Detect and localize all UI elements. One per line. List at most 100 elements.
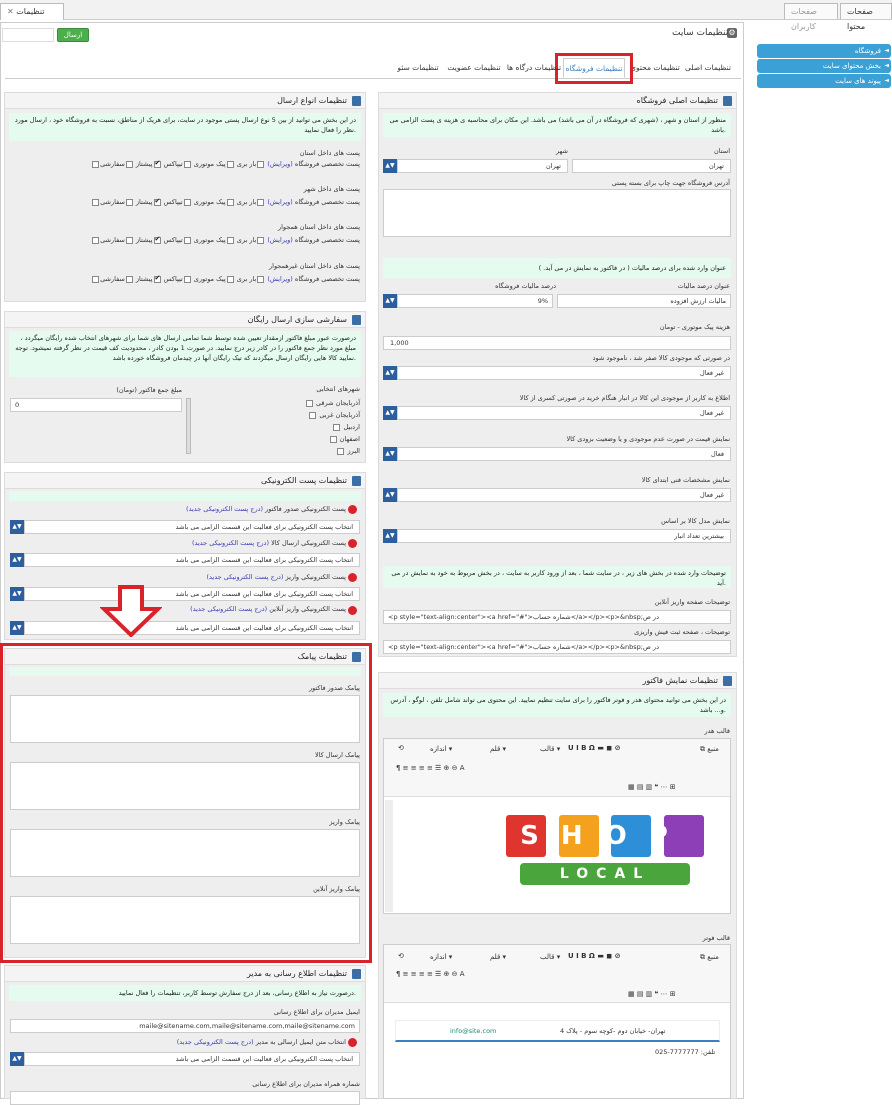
show-price-select[interactable]: فعال (397, 447, 731, 461)
dropdown-icon[interactable]: ▲▼ (383, 406, 397, 420)
dropdown-icon[interactable]: ▲▼ (383, 159, 397, 173)
checkbox[interactable] (333, 423, 341, 431)
checkbox[interactable] (125, 236, 133, 244)
checkbox[interactable] (226, 236, 234, 244)
edit-link[interactable]: (ویرایش) (267, 198, 293, 206)
checkbox[interactable] (337, 447, 345, 455)
checkbox[interactable] (183, 275, 191, 283)
table-icons[interactable]: ▦ ▤ ▥ ❝ ⋯ ⊞ (628, 990, 676, 998)
format-select[interactable]: قالب ▾ (540, 745, 560, 753)
align-icons[interactable]: ¶ ≡ ≡ ≡ ≡ ☰ ⊕ ⊖ A (396, 970, 465, 978)
nav-content[interactable]: بخش محتوای سایت (757, 59, 891, 73)
city-select[interactable]: تهران (397, 159, 568, 173)
tax-title-input[interactable]: مالیات ارزش افزوده (557, 294, 731, 308)
notify-select[interactable]: غیر فعال (397, 406, 731, 420)
table-icons[interactable]: ▦ ▤ ▥ ❝ ⋯ ⊞ (628, 783, 676, 791)
new-email-link[interactable]: (درج پست الکترونیکی جدید) (186, 505, 263, 513)
checkbox[interactable] (153, 159, 161, 168)
tax-pct-input[interactable]: 9% (397, 294, 553, 308)
checkbox[interactable] (226, 160, 234, 168)
dropdown-icon[interactable]: ▲▼ (10, 553, 24, 567)
font-select[interactable]: قلم ▾ (490, 953, 506, 961)
tab-gateway-settings[interactable]: تنظیمات درگاه ها (505, 58, 563, 78)
stepper-icon[interactable]: ▲▼ (383, 294, 397, 308)
scrollbar[interactable] (186, 398, 191, 454)
new-email-link[interactable]: (درج پست الکترونیکی جدید) (192, 539, 269, 547)
online-pay-input[interactable]: <p style="text-align:center"><a href="#"… (383, 610, 731, 624)
send-button[interactable]: ارسال (57, 28, 89, 42)
scrollbar[interactable] (385, 800, 393, 912)
show-specs-select[interactable]: غیر فعال (397, 488, 731, 502)
dropdown-icon[interactable]: ▲▼ (383, 488, 397, 502)
admin-email-select[interactable]: انتخاب پست الکترونیکی برای فعالیت این قس… (24, 1052, 360, 1066)
receipt-input[interactable]: <p style="text-align:center"><a href="#"… (383, 640, 731, 654)
nav-store[interactable]: فروشگاه (757, 44, 891, 58)
underline-icon[interactable]: U I B Ω ▬ ◼ ⊘ (568, 952, 621, 960)
province-select[interactable]: تهران (572, 159, 731, 173)
tab-seo-settings[interactable]: تنظیمات سئو (393, 58, 443, 78)
city-option[interactable]: اصفهان (270, 435, 360, 443)
edit-link[interactable]: (ویرایش) (267, 275, 293, 283)
tab-content-settings[interactable]: تنظیمات محتوی (628, 58, 682, 78)
email-select[interactable]: انتخاب پست الکترونیکی برای فعالیت این قس… (24, 520, 360, 534)
nav-links[interactable]: پیوند های سایت (757, 74, 891, 88)
city-option[interactable]: البرز (270, 447, 360, 455)
courier-input[interactable]: 1,000 (383, 336, 731, 350)
search-field[interactable] (2, 28, 54, 42)
align-icons[interactable]: ¶ ≡ ≡ ≡ ≡ ☰ ⊕ ⊖ A (396, 764, 465, 772)
checkbox[interactable] (125, 198, 133, 206)
edit-link[interactable]: (ویرایش) (267, 160, 293, 168)
new-email-link[interactable]: (درج پست الکترونیکی جدید) (190, 605, 267, 613)
zero-stock-select[interactable]: غیر فعال (397, 366, 731, 380)
city-option[interactable]: اردبیل (270, 423, 360, 431)
admin-phones-input[interactable] (10, 1091, 360, 1105)
checkbox[interactable] (226, 275, 234, 283)
format-select[interactable]: قالب ▾ (540, 953, 560, 961)
checkbox[interactable] (92, 198, 100, 206)
source-button[interactable]: ⧉ منبع (700, 745, 719, 754)
checkbox[interactable] (305, 399, 313, 407)
new-email-link[interactable]: (درج پست الکترونیکی جدید) (206, 573, 283, 581)
checkbox[interactable] (125, 160, 133, 168)
size-select[interactable]: اندازه ▾ (430, 953, 452, 961)
dropdown-icon[interactable]: ▲▼ (383, 447, 397, 461)
checkbox[interactable] (125, 275, 133, 283)
undo-icon[interactable]: ⟲ (398, 952, 404, 960)
city-option[interactable]: آذربایجان غربی (270, 411, 360, 419)
checkbox[interactable] (257, 275, 265, 283)
new-email-link[interactable]: (درج پست الکترونیکی جدید) (177, 1038, 254, 1046)
checkbox[interactable] (183, 198, 191, 206)
dropdown-icon[interactable]: ▲▼ (10, 621, 24, 635)
checkbox[interactable] (92, 236, 100, 244)
size-select[interactable]: اندازه ▾ (430, 745, 452, 753)
dropdown-icon[interactable]: ▲▼ (10, 1052, 24, 1066)
dropdown-icon[interactable]: ▲▼ (383, 366, 397, 380)
email-select[interactable]: انتخاب پست الکترونیکی برای فعالیت این قس… (24, 587, 360, 601)
checkbox[interactable] (309, 411, 317, 419)
dropdown-icon[interactable]: ▲▼ (10, 520, 24, 534)
checkbox[interactable] (257, 160, 265, 168)
dropdown-icon[interactable]: ▲▼ (10, 587, 24, 601)
tab-membership-settings[interactable]: تنظیمات عضویت (446, 58, 502, 78)
admin-emails-input[interactable]: maile@sitename.com,maile@sitename.com,ma… (10, 1019, 360, 1033)
checkbox[interactable] (153, 274, 161, 283)
checkbox[interactable] (257, 236, 265, 244)
underline-icon[interactable]: U I B Ω ▬ ◼ ⊘ (568, 744, 621, 752)
city-option[interactable]: آذربایجان شرقی (270, 399, 360, 407)
checkbox[interactable] (329, 435, 337, 443)
checkbox[interactable] (92, 160, 100, 168)
email-select[interactable]: انتخاب پست الکترونیکی برای فعالیت این قس… (24, 621, 360, 635)
edit-link[interactable]: (ویرایش) (267, 236, 293, 244)
email-select[interactable]: انتخاب پست الکترونیکی برای فعالیت این قس… (24, 553, 360, 567)
dropdown-icon[interactable]: ▲▼ (383, 529, 397, 543)
checkbox[interactable] (226, 198, 234, 206)
tab-content-pages[interactable]: صفحات محتوا (840, 3, 892, 31)
checkbox[interactable] (92, 275, 100, 283)
min-amount-input[interactable]: 0 (10, 398, 182, 412)
tab-site-settings[interactable]: ✕ تنظیمات سایت (0, 3, 64, 31)
font-select[interactable]: قلم ▾ (490, 745, 506, 753)
checkbox[interactable] (183, 236, 191, 244)
sort-select[interactable]: بیشترین تعداد انبار (397, 529, 731, 543)
checkbox[interactable] (257, 198, 265, 206)
address-textarea[interactable] (383, 189, 731, 237)
